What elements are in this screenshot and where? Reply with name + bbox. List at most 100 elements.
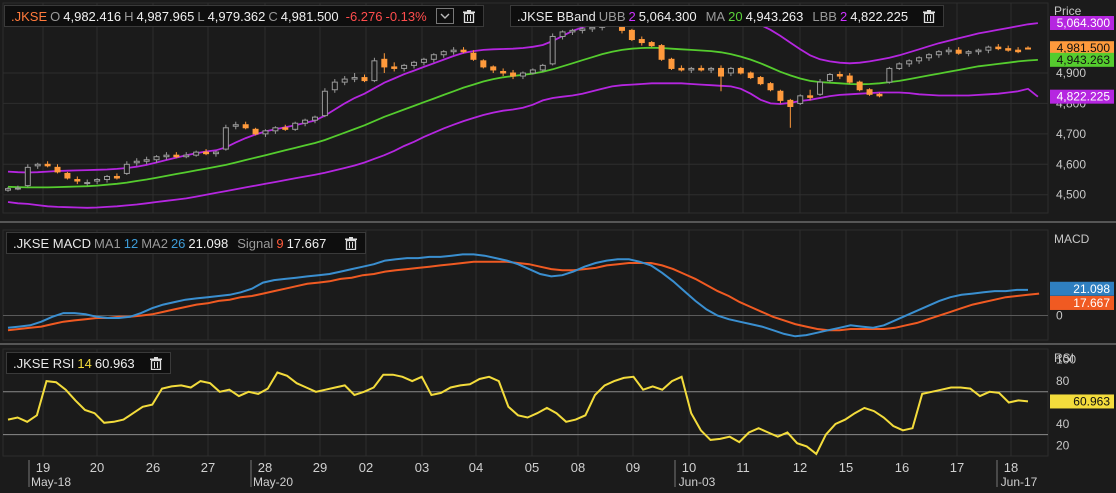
candle-body (638, 39, 645, 44)
price-y-tick: 4,900 (1056, 66, 1086, 80)
bband-legend: .JKSE BBand UBB 2 5,064.300 MA 20 4,943.… (510, 5, 945, 27)
rsi-value: 60.963 (94, 355, 135, 371)
candle-body (133, 160, 140, 164)
candle-body (252, 128, 259, 135)
candle-body (945, 49, 952, 53)
candle-body (341, 78, 348, 83)
x-tick-label: 09 (626, 460, 640, 475)
candle-body (925, 54, 932, 59)
candle-body (519, 72, 526, 77)
candle-body (866, 89, 873, 95)
candle-body (104, 175, 111, 181)
chevron-down-icon[interactable] (435, 8, 454, 24)
candle-body (935, 51, 942, 56)
candle-body (1025, 47, 1031, 50)
candle-body (896, 63, 903, 69)
x-tick-label: 02 (359, 460, 373, 475)
candle-body (401, 64, 408, 69)
low-label: L (197, 8, 205, 24)
change-percent: -0.13% (385, 8, 427, 24)
candle-body (94, 179, 101, 182)
signal-value: 17.667 (286, 235, 327, 251)
x-month-label: May-18 (31, 475, 71, 489)
ma-label: MA (705, 8, 726, 24)
rsi-legend: .JKSE RSI 14 60.963 (6, 352, 171, 374)
candle-body (371, 60, 378, 82)
close-value: 4,981.500 (280, 8, 339, 24)
candle-body (490, 66, 497, 71)
candle-body (480, 60, 487, 68)
lbb-label: LBB (812, 8, 837, 24)
x-tick-label: 17 (950, 460, 964, 475)
candle-body (331, 81, 338, 91)
candle-body (1005, 48, 1012, 51)
x-tick-label: 27 (201, 460, 215, 475)
ubb-value: 5,064.300 (638, 8, 697, 24)
trash-icon[interactable] (343, 235, 359, 251)
candle-body (351, 77, 358, 80)
candle-body (727, 67, 734, 74)
macd-name[interactable]: .JKSE MACD (13, 236, 91, 251)
ma-value-tag: 4,943.263 (1057, 53, 1111, 67)
signal-param: 9 (276, 235, 284, 251)
candle-body (302, 119, 309, 124)
candle-body (589, 26, 596, 30)
ma2-param: 26 (170, 235, 186, 251)
candle-body (529, 69, 536, 74)
symbol-label[interactable]: .JKSE (11, 9, 47, 24)
candle-body (44, 163, 51, 167)
open-value: 4,982.416 (63, 8, 122, 24)
lbb-param: 2 (839, 8, 848, 24)
candle-body (163, 154, 170, 158)
candle-body (777, 90, 784, 101)
x-tick-label: 26 (146, 460, 160, 475)
trash-icon[interactable] (921, 8, 937, 24)
rsi-param: 14 (77, 355, 92, 371)
ma2-label: MA2 (141, 235, 168, 251)
candle-body (579, 28, 586, 31)
ubb-label: UBB (598, 8, 626, 24)
candle-body (846, 75, 853, 83)
candle-body (391, 66, 398, 69)
x-tick-label: 05 (525, 460, 539, 475)
candle-body (757, 77, 764, 85)
price-panel (2, 2, 1049, 214)
close-label: C (268, 8, 278, 24)
signal-value-tag: 17.667 (1073, 296, 1110, 310)
price-legend: .JKSE O 4,982.416 H 4,987.965 L 4,979.36… (4, 5, 484, 27)
candle-body (74, 179, 81, 182)
candle-body (747, 72, 754, 79)
candle-body (995, 46, 1002, 50)
rsi-name[interactable]: .JKSE RSI (13, 356, 74, 371)
candle-body (311, 116, 318, 121)
candle-body (64, 172, 71, 179)
candle-body (569, 29, 576, 33)
candle-body (123, 163, 130, 174)
candle-body (24, 166, 31, 187)
macd-value: 21.098 (188, 235, 229, 251)
candle-body (668, 58, 675, 69)
candle-body (361, 77, 368, 82)
candle-body (985, 46, 992, 51)
ma1-param: 12 (123, 235, 139, 251)
candle-body (549, 35, 556, 65)
x-tick-label: 29 (313, 460, 327, 475)
x-tick-label: 16 (895, 460, 909, 475)
trash-icon[interactable] (148, 355, 164, 371)
candle-body (183, 154, 190, 158)
candle-body (381, 58, 388, 68)
candle-body (292, 122, 299, 130)
candle-body (916, 57, 923, 62)
open-label: O (50, 8, 61, 24)
x-month-label: Jun-17 (1001, 475, 1038, 489)
candle-body (470, 52, 477, 60)
rsi-y-tick: 80 (1056, 374, 1070, 388)
candle-body (500, 70, 507, 74)
trash-icon[interactable] (461, 8, 477, 24)
ma1-label: MA1 (94, 235, 121, 251)
candle-body (628, 29, 635, 41)
high-label: H (124, 8, 134, 24)
ma-param: 20 (728, 8, 743, 24)
candle-body (5, 188, 11, 191)
bband-name[interactable]: .JKSE BBand (517, 9, 596, 24)
